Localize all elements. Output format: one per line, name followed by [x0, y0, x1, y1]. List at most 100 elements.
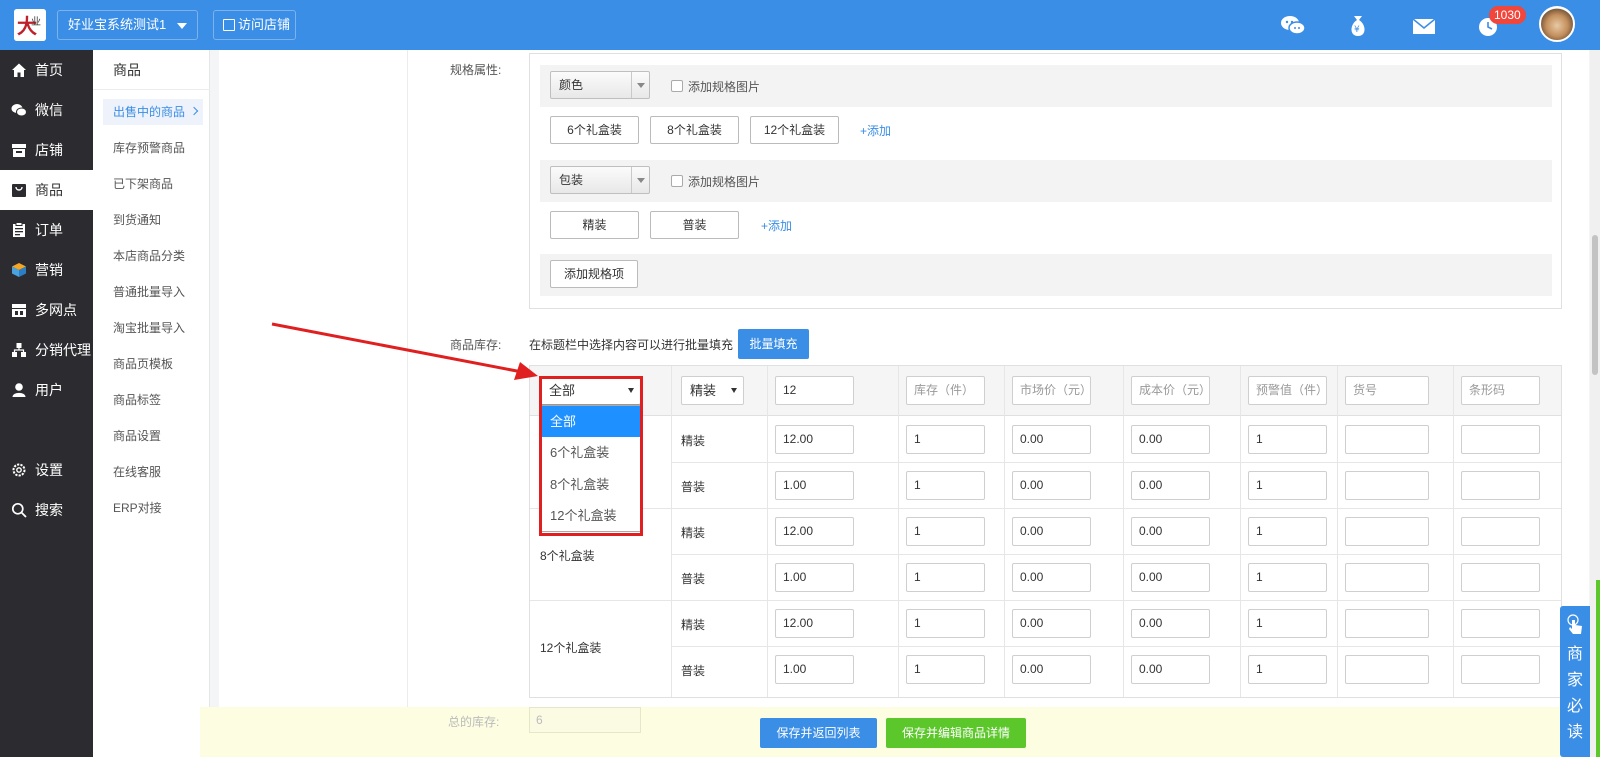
barcode-input[interactable]	[1461, 563, 1540, 592]
cost-price-input[interactable]: 0.00	[1131, 563, 1210, 592]
subnav-item-erp[interactable]: ERP对接	[103, 495, 203, 521]
batch-market-price-input[interactable]: 市场价（元）	[1012, 376, 1092, 405]
sku-input[interactable]	[1345, 563, 1429, 592]
nav-item-goods[interactable]: 商品	[0, 170, 93, 210]
price-input[interactable]: 1.00	[775, 655, 854, 684]
subnav-item-page-template[interactable]: 商品页模板	[103, 351, 203, 377]
dropdown-option[interactable]: 6个礼盒装	[541, 437, 640, 468]
nav-item-search[interactable]: 搜索	[0, 490, 93, 530]
batch-barcode-input[interactable]: 条形码	[1461, 376, 1540, 405]
subnav-item-online-service[interactable]: 在线客服	[103, 459, 203, 485]
nav-item-orders[interactable]: 订单	[0, 210, 93, 250]
batch-cost-price-input[interactable]: 成本价（元）	[1131, 376, 1211, 405]
visit-store-button[interactable]: 访问店铺	[213, 10, 296, 40]
subnav-item-off-shelf[interactable]: 已下架商品	[103, 171, 203, 197]
cost-price-input[interactable]: 0.00	[1131, 471, 1210, 500]
warning-input[interactable]: 1	[1248, 563, 1327, 592]
stock-input[interactable]: 1	[906, 471, 985, 500]
stock-input[interactable]: 1	[906, 517, 985, 546]
spec-value-tag[interactable]: 普装	[650, 211, 739, 239]
add-image-checkbox[interactable]	[671, 175, 683, 187]
barcode-input[interactable]	[1461, 655, 1540, 684]
nav-item-wechat[interactable]: 微信	[0, 90, 93, 130]
market-price-input[interactable]: 0.00	[1012, 563, 1091, 592]
scrollbar-thumb[interactable]	[1592, 235, 1598, 375]
nav-item-branches[interactable]: 多网点	[0, 290, 93, 330]
save-edit-button[interactable]: 保存并编辑商品详情	[886, 718, 1026, 748]
spec-value-tag[interactable]: 6个礼盒装	[550, 116, 639, 144]
add-spec-value-link[interactable]: +添加	[761, 217, 792, 234]
pack-filter-select[interactable]: 精装	[681, 376, 744, 405]
subnav-item-taobao-import[interactable]: 淘宝批量导入	[103, 315, 203, 341]
add-image-checkbox[interactable]	[671, 80, 683, 92]
spec-value-tag[interactable]: 8个礼盒装	[650, 116, 739, 144]
stock-input[interactable]: 1	[906, 609, 985, 638]
shop-selector[interactable]: 好业宝系统测试1	[57, 10, 198, 40]
stock-input[interactable]: 1	[906, 655, 985, 684]
market-price-input[interactable]: 0.00	[1012, 471, 1091, 500]
warning-input[interactable]: 1	[1248, 425, 1327, 454]
add-spec-value-link[interactable]: +添加	[860, 122, 891, 139]
warning-input[interactable]: 1	[1248, 609, 1327, 638]
spec-name-select[interactable]: 颜色	[550, 71, 650, 99]
nav-item-home[interactable]: 首页	[0, 50, 93, 90]
mail-icon[interactable]	[1410, 12, 1438, 40]
spec-value-tag[interactable]: 12个礼盒装	[750, 116, 839, 144]
must-read-widget[interactable]: 商 家 必 读	[1560, 606, 1590, 757]
nav-item-distribution[interactable]: 分销代理	[0, 330, 93, 370]
spec-name-select[interactable]: 包装	[550, 166, 650, 194]
subnav-item-categories[interactable]: 本店商品分类	[103, 243, 203, 269]
nav-item-marketing[interactable]: 营销	[0, 250, 93, 290]
price-input[interactable]: 1.00	[775, 563, 854, 592]
chat-icon[interactable]	[1279, 12, 1307, 40]
price-input[interactable]: 12.00	[775, 517, 854, 546]
dropdown-option[interactable]: 8个礼盒装	[541, 469, 640, 500]
dropdown-option[interactable]: 12个礼盒装	[541, 500, 640, 531]
cost-price-input[interactable]: 0.00	[1131, 655, 1210, 684]
barcode-input[interactable]	[1461, 425, 1540, 454]
subnav-item-on-sale[interactable]: 出售中的商品	[103, 99, 203, 125]
stock-input[interactable]: 1	[906, 425, 985, 454]
barcode-input[interactable]	[1461, 471, 1540, 500]
market-price-input[interactable]: 0.00	[1012, 609, 1091, 638]
barcode-input[interactable]	[1461, 517, 1540, 546]
warning-input[interactable]: 1	[1248, 655, 1327, 684]
subnav-item-bulk-import[interactable]: 普通批量导入	[103, 279, 203, 305]
cost-price-input[interactable]: 0.00	[1131, 609, 1210, 638]
subnav-item-goods-settings[interactable]: 商品设置	[103, 423, 203, 449]
nav-item-store[interactable]: 店铺	[0, 130, 93, 170]
nav-item-settings[interactable]: 设置	[0, 450, 93, 490]
sku-input[interactable]	[1345, 471, 1429, 500]
stock-input[interactable]: 1	[906, 563, 985, 592]
sku-input[interactable]	[1345, 425, 1429, 454]
logo[interactable]: 大业	[14, 9, 46, 41]
money-bag-icon[interactable]: ¥	[1344, 12, 1372, 40]
subnav-item-tags[interactable]: 商品标签	[103, 387, 203, 413]
group-filter-select[interactable]: 全部	[540, 376, 641, 405]
sku-input[interactable]	[1345, 655, 1429, 684]
batch-warning-input[interactable]: 预警值（件）	[1248, 376, 1328, 405]
warning-input[interactable]: 1	[1248, 517, 1327, 546]
subnav-item-stock-warning[interactable]: 库存预警商品	[103, 135, 203, 161]
price-input[interactable]: 12.00	[775, 425, 854, 454]
avatar[interactable]	[1539, 6, 1575, 42]
sku-input[interactable]	[1345, 609, 1429, 638]
price-input[interactable]: 12.00	[775, 609, 854, 638]
save-return-button[interactable]: 保存并返回列表	[760, 718, 877, 748]
sku-input[interactable]	[1345, 517, 1429, 546]
batch-fill-button[interactable]: 批量填充	[738, 329, 809, 359]
batch-sku-input[interactable]: 货号	[1345, 376, 1429, 405]
warning-input[interactable]: 1	[1248, 471, 1327, 500]
price-input[interactable]: 1.00	[775, 471, 854, 500]
dropdown-option[interactable]: 全部	[541, 406, 640, 437]
nav-item-users[interactable]: 用户	[0, 370, 93, 410]
market-price-input[interactable]: 0.00	[1012, 517, 1091, 546]
cost-price-input[interactable]: 0.00	[1131, 517, 1210, 546]
batch-stock-input[interactable]: 库存（件）	[906, 376, 985, 405]
add-spec-item-button[interactable]: 添加规格项	[550, 260, 638, 288]
market-price-input[interactable]: 0.00	[1012, 425, 1091, 454]
batch-price-input[interactable]: 12	[775, 376, 854, 405]
subnav-item-arrival-notice[interactable]: 到货通知	[103, 207, 203, 233]
barcode-input[interactable]	[1461, 609, 1540, 638]
market-price-input[interactable]: 0.00	[1012, 655, 1091, 684]
